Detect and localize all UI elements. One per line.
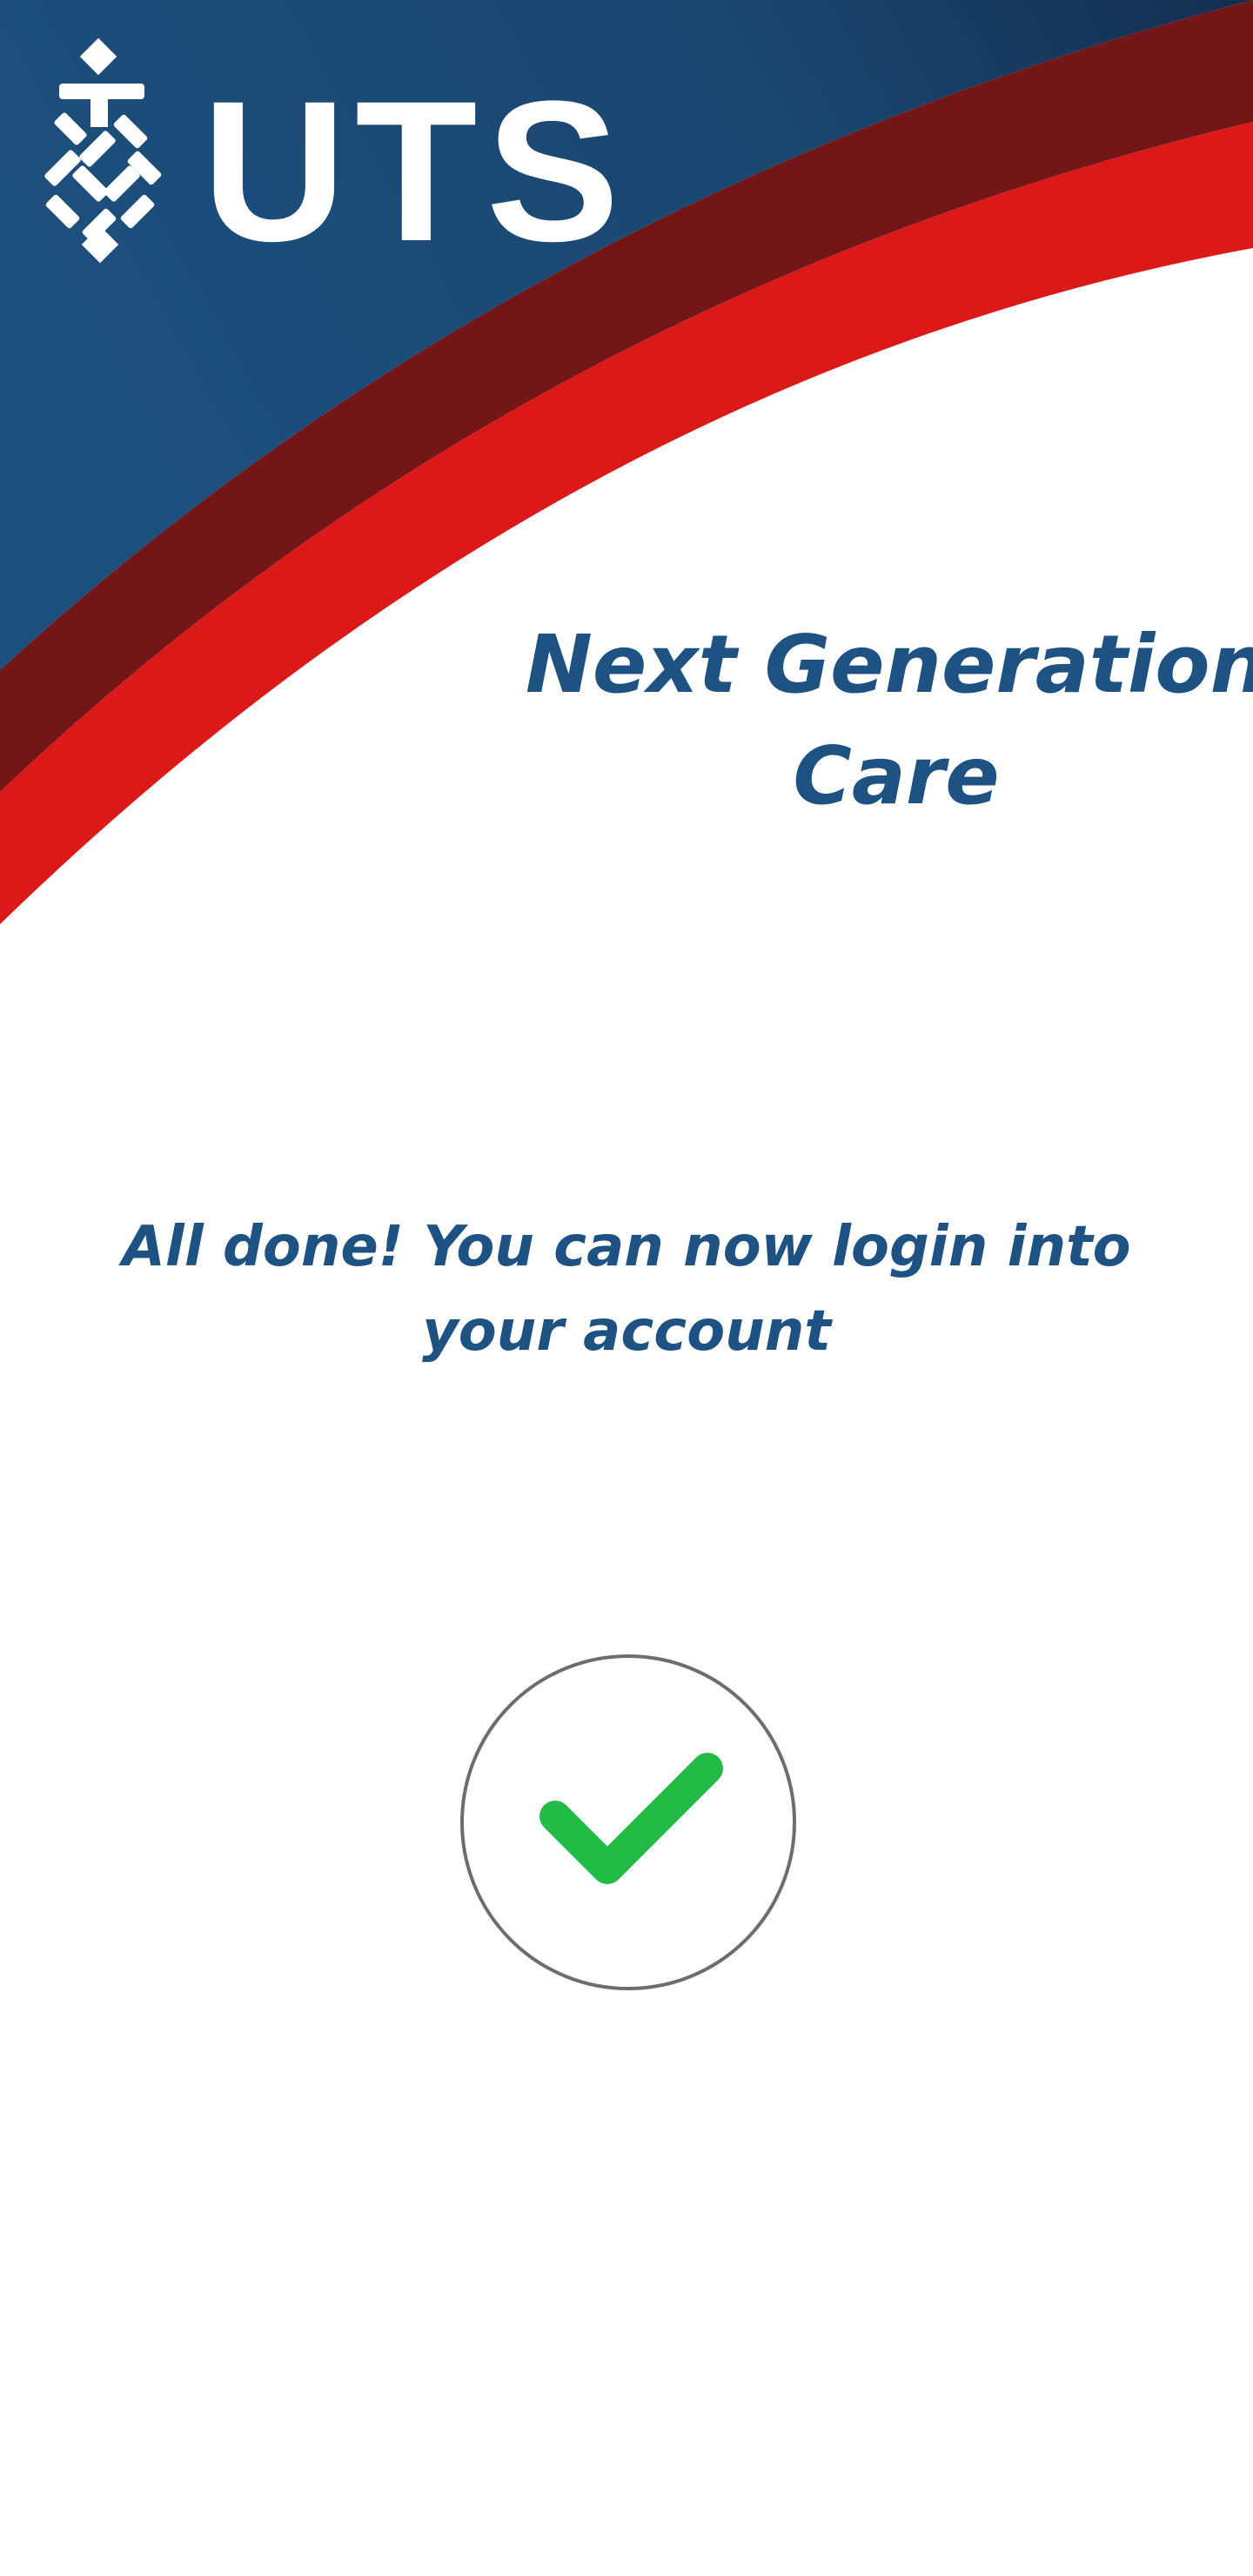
check-circle-icon bbox=[460, 1654, 796, 1990]
uts-logo: UTS bbox=[37, 38, 620, 272]
app-title: Next Generation Care bbox=[522, 609, 1253, 832]
logo-wordmark: UTS bbox=[202, 59, 628, 283]
app-title-line2: Care bbox=[793, 729, 1000, 822]
success-indicator bbox=[459, 1654, 797, 1991]
uts-crest-icon bbox=[44, 38, 162, 264]
success-message-line1: All done! You can now login into bbox=[122, 1215, 1131, 1279]
success-message: All done! You can now login into your ac… bbox=[104, 1205, 1149, 1374]
check-circle-outline bbox=[460, 1654, 796, 1990]
app-title-line1: Next Generation bbox=[525, 618, 1253, 711]
registration-complete-screen: UTS Next Generation Care All done! You c… bbox=[0, 0, 1253, 2576]
success-message-line2: your account bbox=[422, 1299, 831, 1364]
